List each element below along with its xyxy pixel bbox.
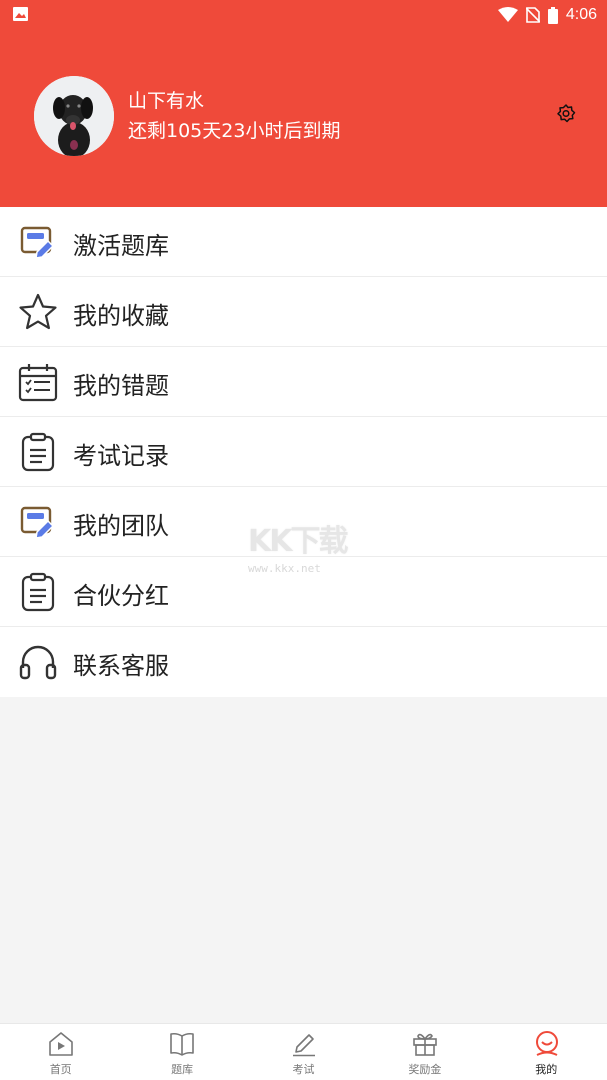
tab-question-bank[interactable]: 题库 (121, 1024, 242, 1080)
tab-label: 首页 (49, 1063, 72, 1076)
status-bar: 4:06 (0, 0, 607, 30)
settings-gear-icon[interactable] (556, 103, 576, 123)
bottom-tab-bar: 首页 题库 考试 奖励金 我的 (0, 1023, 607, 1080)
gift-icon (413, 1033, 437, 1056)
membership-expiry: 还剩105天23小时后到期 (128, 120, 341, 142)
profile-header: 4:06 山下有水 还剩105天23小时后到期 (0, 0, 607, 207)
clipboard-icon (21, 572, 55, 612)
clipboard-icon (21, 432, 55, 472)
tab-exam[interactable]: 考试 (243, 1024, 364, 1080)
pencil-icon (292, 1034, 315, 1057)
status-time: 4:06 (565, 6, 597, 23)
star-icon (19, 293, 57, 330)
no-sim-icon (525, 7, 540, 23)
tab-label: 题库 (171, 1063, 194, 1076)
tab-label: 考试 (292, 1063, 315, 1076)
menu-item-customer-service[interactable]: 联系客服 (0, 627, 607, 697)
image-notification-icon (13, 7, 28, 21)
menu-label: 合伙分红 (73, 582, 169, 610)
menu-label: 我的错题 (73, 372, 169, 400)
menu-item-exam-records[interactable]: 考试记录 (0, 417, 607, 487)
menu-label: 我的收藏 (73, 302, 169, 330)
watermark-logo: KK下载 (248, 524, 349, 559)
menu-label: 激活题库 (73, 232, 169, 260)
tab-label: 奖励金 (408, 1063, 442, 1076)
menu-label: 我的团队 (73, 512, 169, 540)
menu-label: 考试记录 (73, 442, 169, 470)
tab-mine[interactable]: 我的 (486, 1024, 607, 1080)
menu-item-favorites[interactable]: 我的收藏 (0, 277, 607, 347)
watermark: KK下载 www.kkx.net (248, 516, 366, 575)
menu-item-wrong-answers[interactable]: 我的错题 (0, 347, 607, 417)
book-icon (170, 1032, 195, 1056)
calendar-checklist-icon (18, 364, 58, 402)
tab-rewards[interactable]: 奖励金 (364, 1024, 485, 1080)
profile-menu: 激活题库 我的收藏 我的错题 考试记录 我的团队 合伙分红 联系客服 (0, 207, 607, 697)
tab-label: 我的 (535, 1063, 558, 1076)
battery-icon (547, 6, 558, 24)
menu-label: 联系客服 (73, 652, 169, 680)
dog-avatar-image (34, 76, 114, 156)
home-play-icon (49, 1032, 73, 1056)
watermark-url: www.kkx.net (248, 562, 321, 575)
menu-item-activate-bank[interactable]: 激活题库 (0, 207, 607, 277)
username: 山下有水 (128, 90, 205, 112)
activate-icon (20, 226, 55, 259)
headset-icon (19, 645, 57, 680)
activate-icon (20, 506, 55, 539)
wifi-icon (497, 7, 518, 22)
profile-icon (535, 1031, 558, 1056)
tab-home[interactable]: 首页 (0, 1024, 121, 1080)
avatar[interactable] (34, 76, 114, 156)
